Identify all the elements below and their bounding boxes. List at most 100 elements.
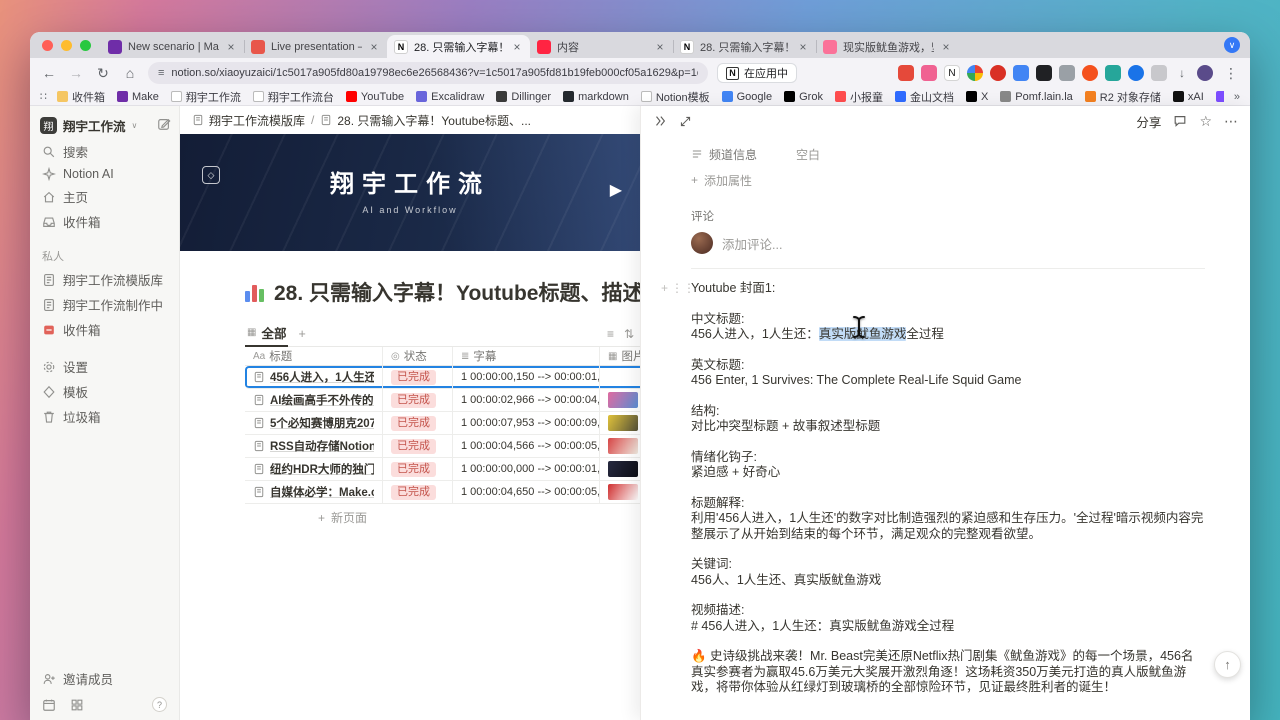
column-header-subtitle[interactable]: ≣字幕 xyxy=(453,347,600,365)
content-block[interactable]: 视频描述: xyxy=(691,603,1205,619)
row-thumbnail[interactable] xyxy=(608,392,638,408)
status-badge[interactable]: 已完成 xyxy=(391,416,436,431)
table-row[interactable]: RSS自动存储Notion完整教程 已完成 1 00:00:04,566 -->… xyxy=(245,435,640,458)
bookmark-item[interactable]: Excalidraw xyxy=(416,91,484,103)
content-block[interactable]: 情绪化钩子: xyxy=(691,450,1205,466)
status-badge[interactable]: 已完成 xyxy=(391,370,436,385)
drag-handle-icon[interactable]: ⋮⋮ xyxy=(671,281,695,297)
tab-close-icon[interactable]: × xyxy=(940,40,952,54)
view-tab-all[interactable]: ▦ 全部 xyxy=(245,321,288,347)
bookmark-item[interactable]: markdown xyxy=(563,91,629,103)
bookmark-item[interactable]: 金山文档 xyxy=(895,89,954,105)
compose-icon[interactable] xyxy=(157,117,171,134)
bookmark-item[interactable]: 收件箱 xyxy=(57,89,105,105)
status-badge[interactable]: 已完成 xyxy=(391,439,436,454)
status-badge[interactable]: 已完成 xyxy=(391,462,436,477)
content-block[interactable]: 紧迫感 + 好奇心 xyxy=(691,465,1205,481)
scroll-to-top-button[interactable]: ↑ xyxy=(1214,651,1241,678)
browser-tab[interactable]: N 28. 只需输入字幕！Youtube标... × xyxy=(387,35,530,58)
row-thumbnail[interactable] xyxy=(608,415,638,431)
tab-search-button[interactable]: ∨ xyxy=(1224,37,1240,53)
table-row[interactable]: AI绘画高手不外传的ComfyUI 已完成 1 00:00:02,966 -->… xyxy=(245,389,640,412)
close-window-button[interactable] xyxy=(42,40,53,51)
invite-members-button[interactable]: 邀请成员 xyxy=(36,666,173,691)
bookmark-item[interactable]: Make xyxy=(117,91,159,103)
sidebar-item-settings[interactable]: 设置 xyxy=(36,354,173,379)
browser-tab[interactable]: Live presentation — Excal... × xyxy=(244,35,387,58)
extension-icon[interactable] xyxy=(990,65,1006,81)
apps-grid-icon[interactable]: ∷ xyxy=(40,90,47,103)
content-block[interactable]: 456人进入，1人生还：真实版鱿鱼游戏全过程 xyxy=(691,327,1205,343)
sidebar-item-trash[interactable]: 垃圾箱 xyxy=(36,404,173,429)
bookmark-item[interactable]: 小报童 xyxy=(835,89,883,105)
extension-icon[interactable]: N xyxy=(944,65,960,81)
bookmarks-overflow-icon[interactable]: » xyxy=(1234,91,1240,103)
content-block[interactable]: 中文标题: xyxy=(691,312,1205,328)
extension-icon[interactable] xyxy=(898,65,914,81)
content-block[interactable]: 英文标题: xyxy=(691,358,1205,374)
content-block[interactable]: 456人、1人生还、真实版鱿鱼游戏 xyxy=(691,573,1205,589)
browser-tab[interactable]: 内容 × xyxy=(530,35,673,58)
reload-icon[interactable]: ↻ xyxy=(94,65,112,82)
sidebar-item-inbox[interactable]: 收件箱 xyxy=(36,209,173,234)
minimize-window-button[interactable] xyxy=(61,40,72,51)
open-in-app-badge[interactable]: N 在应用中 xyxy=(717,63,797,83)
bookmark-item[interactable]: Notion模板 xyxy=(641,89,710,105)
row-thumbnail[interactable] xyxy=(608,484,638,500)
content-block[interactable]: 标题解释: xyxy=(691,496,1205,512)
extension-icon[interactable] xyxy=(921,65,937,81)
tab-close-icon[interactable]: × xyxy=(368,40,380,54)
property-value[interactable]: 空白 xyxy=(796,146,820,163)
share-button[interactable]: 分享 xyxy=(1136,112,1161,131)
column-header-title[interactable]: Aa标题 xyxy=(245,347,383,365)
tab-close-icon[interactable]: × xyxy=(511,40,523,54)
content-block[interactable]: # 456人进入，1人生还：真实版鱿鱼游戏全过程 xyxy=(691,619,1205,635)
extension-icon[interactable] xyxy=(1013,65,1029,81)
sidebar-item-search[interactable]: 搜索 xyxy=(36,139,173,164)
breadcrumb-item[interactable]: 翔宇工作流模版库 xyxy=(192,112,305,129)
workspace-switcher[interactable]: 翔 翔宇工作流 ∨ xyxy=(36,112,173,139)
tab-close-icon[interactable]: × xyxy=(225,40,237,54)
content-block[interactable]: 对比冲突型标题 + 故事叙述型标题 xyxy=(691,419,1205,435)
extension-icon[interactable]: ↓ xyxy=(1174,65,1190,81)
row-thumbnail[interactable] xyxy=(608,438,638,454)
comments-icon[interactable] xyxy=(1173,114,1187,128)
close-peek-icon[interactable] xyxy=(653,114,667,128)
play-icon[interactable]: ▶ xyxy=(610,180,622,200)
table-row[interactable]: 456人进入，1人生还：真实版鱿鱼游戏全过程 已完成 1 00:00:00,15… xyxy=(245,366,640,389)
home-icon[interactable]: ⌂ xyxy=(121,65,139,81)
table-row[interactable]: 5个必知赛博朋克2077结局： 已完成 1 00:00:07,953 --> 0… xyxy=(245,412,640,435)
column-header-status[interactable]: ◎状态 xyxy=(383,347,453,365)
comment-input-row[interactable]: 添加评论... xyxy=(691,232,1205,254)
add-block-icon[interactable]: + xyxy=(661,281,668,297)
bookmark-item[interactable]: YouTube xyxy=(346,91,404,103)
browser-tab[interactable]: New scenario | Make × xyxy=(101,35,244,58)
bookmark-item[interactable]: Pomf.lain.la xyxy=(1000,91,1072,103)
zoom-window-button[interactable] xyxy=(80,40,91,51)
bookmark-item[interactable]: 翔宇工作流台 xyxy=(253,89,334,105)
page-content[interactable]: +⋮⋮ Youtube 封面1: 中文标题: 456人进入，1人生还：真实版鱿鱼… xyxy=(691,281,1205,696)
address-bar[interactable]: ≡ notion.so/xiaoyuzaici/1c5017a905fd80a1… xyxy=(148,62,708,84)
site-info-icon[interactable]: ≡ xyxy=(158,67,164,79)
sidebar-item-in-progress[interactable]: 翔宇工作流制作中 xyxy=(36,292,173,317)
bookmark-item[interactable]: Grok xyxy=(784,91,823,103)
bookmark-item[interactable]: X xyxy=(966,91,988,103)
extension-icon[interactable] xyxy=(1059,65,1075,81)
property-row[interactable]: 频道信息 空白 xyxy=(691,142,1205,166)
column-header-image[interactable]: ▦图片 xyxy=(600,347,640,365)
content-block[interactable]: 利用'456人进入，1人生还'的数字对比制造强烈的紧迫感和生存压力。'全过程'暗… xyxy=(691,511,1205,542)
extension-icon[interactable] xyxy=(1082,65,1098,81)
bookmark-item[interactable]: Arya xyxy=(1216,91,1224,103)
expand-icon[interactable] xyxy=(679,115,692,128)
status-badge[interactable]: 已完成 xyxy=(391,485,436,500)
content-block[interactable]: 456 Enter, 1 Survives: The Complete Real… xyxy=(691,373,1205,389)
sort-icon[interactable]: ⇅ xyxy=(624,327,634,341)
browser-tab[interactable]: N 28. 只需输入字幕！Youtube标... × xyxy=(673,35,816,58)
extension-icon[interactable] xyxy=(1197,65,1213,81)
content-block[interactable]: 关键词: xyxy=(691,557,1205,573)
sidebar-item-template-library[interactable]: 翔宇工作流模版库 xyxy=(36,267,173,292)
back-icon[interactable]: ← xyxy=(40,65,58,81)
content-block[interactable]: 🔥 史诗级挑战来袭！Mr. Beast完美还原Netflix热门剧集《鱿鱼游戏》… xyxy=(691,649,1205,696)
status-badge[interactable]: 已完成 xyxy=(391,393,436,408)
extension-icon[interactable] xyxy=(1128,65,1144,81)
